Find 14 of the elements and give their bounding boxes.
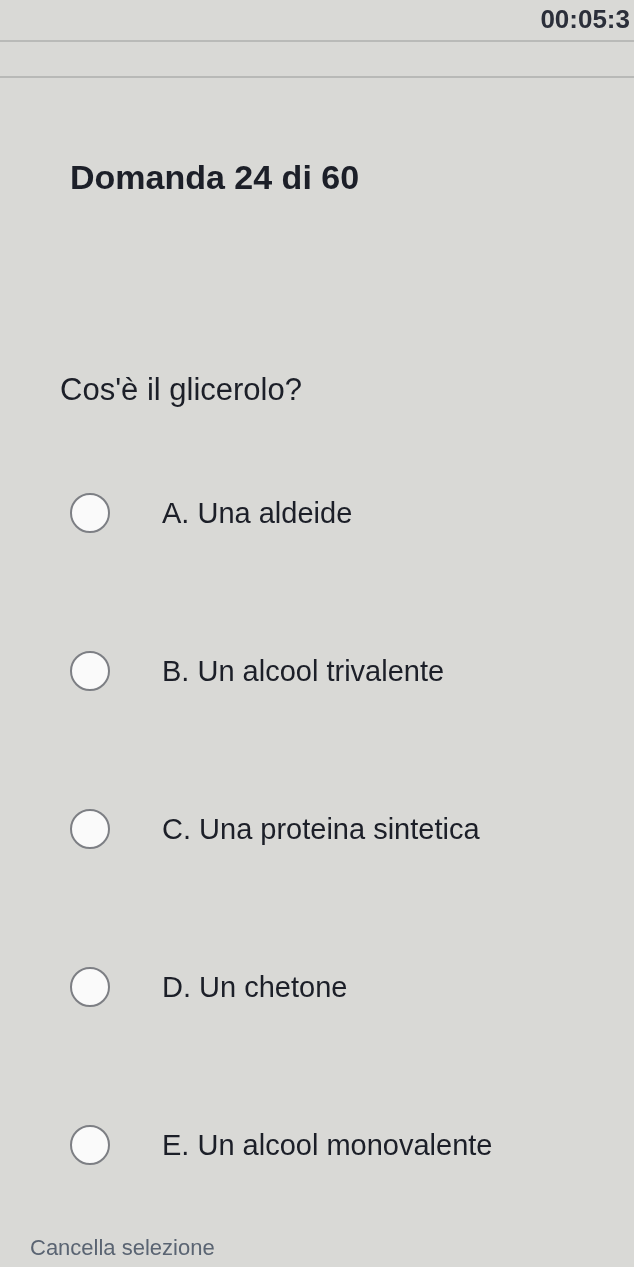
radio-button[interactable]: [70, 1125, 110, 1165]
answer-option[interactable]: C. Una proteina sintetica: [70, 809, 614, 849]
radio-button[interactable]: [70, 651, 110, 691]
radio-button[interactable]: [70, 809, 110, 849]
radio-button[interactable]: [70, 493, 110, 533]
answer-option[interactable]: E. Un alcool monovalente: [70, 1125, 614, 1165]
answer-option[interactable]: A. Una aldeide: [70, 493, 614, 533]
question-number: Domanda 24 di 60: [70, 158, 361, 197]
radio-button[interactable]: [70, 967, 110, 1007]
question-text: Cos'è il glicerolo?: [60, 372, 303, 408]
clear-selection-link[interactable]: Cancella selezione: [30, 1235, 614, 1261]
answer-option[interactable]: B. Un alcool trivalente: [70, 651, 614, 691]
answer-option[interactable]: D. Un chetone: [70, 967, 614, 1007]
timer: 00:05:3: [540, 4, 630, 35]
